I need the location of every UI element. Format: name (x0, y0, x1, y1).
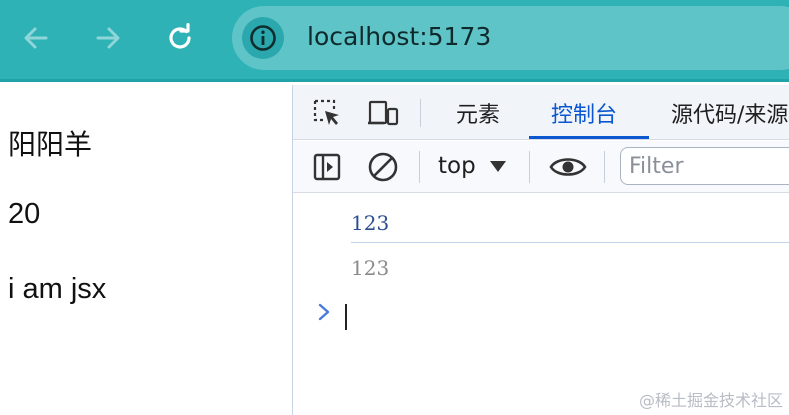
active-tab-indicator (529, 136, 649, 139)
console-toolbar: top (293, 141, 789, 193)
console-log-entry: 123 (351, 211, 390, 235)
log-divider (351, 242, 789, 243)
divider (604, 151, 605, 183)
devtools-tabbar: 元素 控制台 源代码/来源 (293, 85, 789, 140)
divider (529, 151, 530, 183)
divider (419, 151, 420, 183)
clear-console-button[interactable] (367, 151, 399, 183)
clear-icon (368, 152, 398, 182)
arrow-right-icon (96, 27, 120, 49)
context-label: top (438, 153, 476, 179)
reload-icon (169, 23, 191, 49)
chevron-right-icon (317, 302, 331, 322)
reload-button[interactable] (160, 18, 200, 58)
tab-sources[interactable]: 源代码/来源 (671, 97, 788, 129)
dropdown-arrow-icon (489, 160, 506, 172)
console-output[interactable]: 123 123 (293, 194, 789, 415)
forward-button[interactable] (88, 18, 128, 58)
console-log-entry: 123 (351, 256, 390, 280)
show-sidebar-button[interactable] (311, 151, 343, 183)
live-expression-button[interactable] (549, 151, 587, 183)
tab-elements[interactable]: 元素 (456, 97, 500, 129)
device-mode-icon (368, 100, 399, 126)
watermark: @稀土掘金技术社区 (638, 391, 783, 410)
arrow-left-icon (24, 27, 48, 49)
eye-icon (549, 158, 587, 176)
page-content: 阳阳羊 20 i am jsx (0, 85, 292, 415)
tab-console[interactable]: 控制台 (551, 97, 617, 129)
sidebar-toggle-icon (313, 153, 341, 181)
info-icon (250, 25, 276, 51)
console-prompt-caret[interactable] (345, 304, 347, 330)
age-text: 20 (8, 198, 41, 230)
context-selector[interactable]: top (438, 149, 506, 183)
divider (420, 99, 421, 127)
console-filter-input[interactable] (620, 147, 789, 185)
inspect-element-button[interactable] (311, 97, 343, 129)
devtools-panel: 元素 控制台 源代码/来源 top Filter 123 123 (292, 85, 789, 415)
inspect-icon (313, 99, 339, 125)
name-text: 阳阳羊 (8, 128, 93, 161)
url-text[interactable]: localhost:5173 (307, 22, 491, 51)
jsx-text: i am jsx (8, 273, 107, 305)
device-toolbar-button[interactable] (367, 97, 399, 129)
site-info-button[interactable] (242, 17, 284, 59)
back-button[interactable] (16, 18, 56, 58)
address-bar[interactable]: localhost:5173 (232, 6, 789, 70)
browser-toolbar: localhost:5173 (0, 0, 789, 82)
